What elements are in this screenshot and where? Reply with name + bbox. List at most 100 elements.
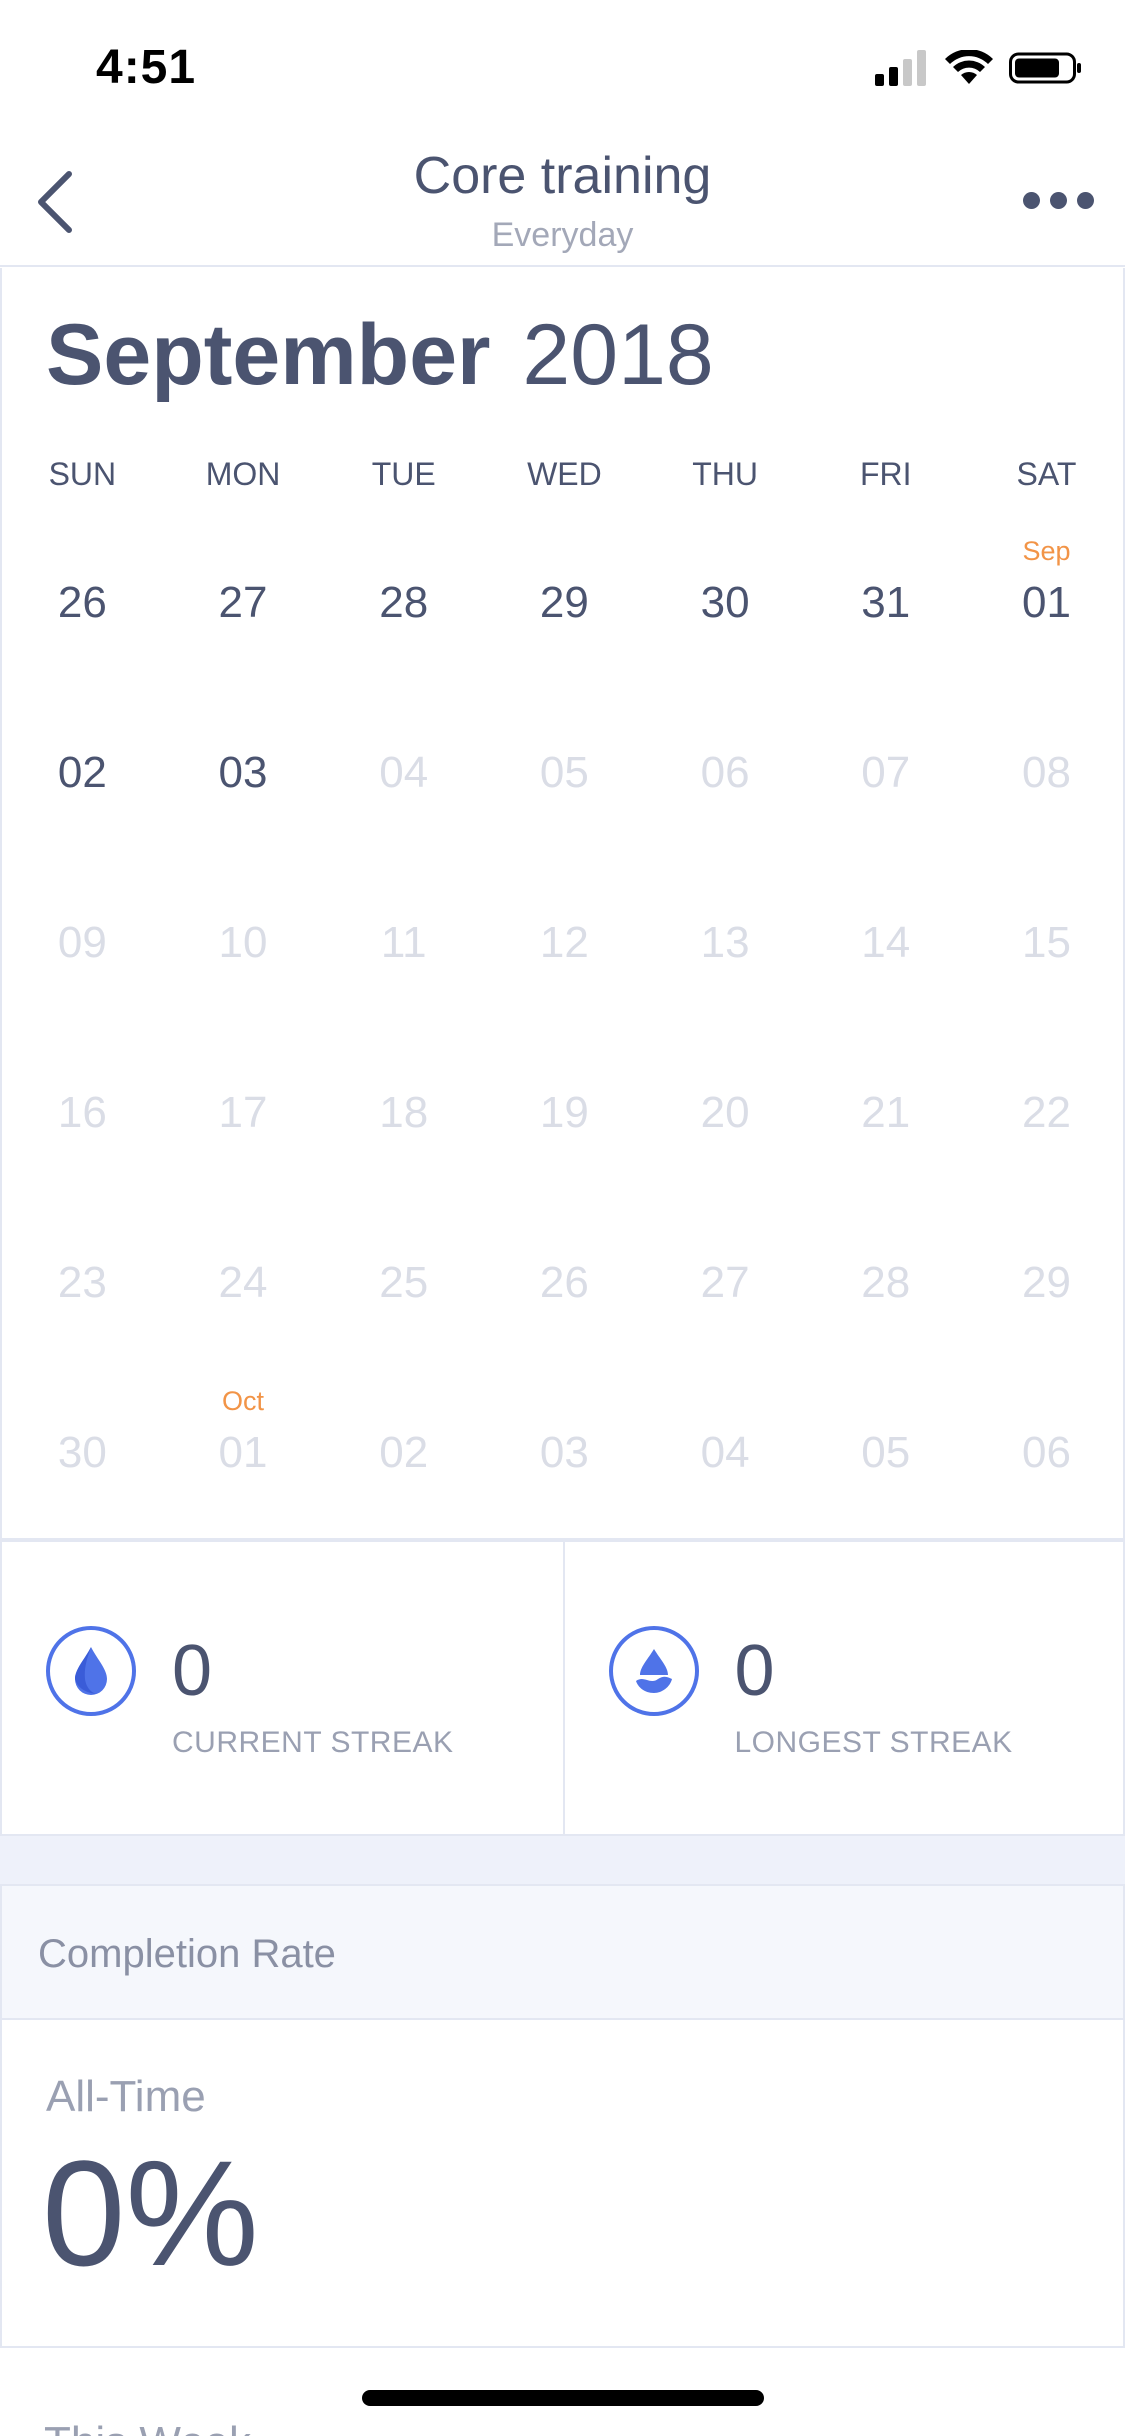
calendar-day[interactable]: 14 — [805, 876, 966, 1046]
calendar-day[interactable]: Oct 01 — [163, 1386, 324, 1556]
month-title: September 2018 — [46, 306, 714, 405]
calendar-day[interactable]: 02 — [323, 1386, 484, 1556]
month-name: September — [46, 307, 491, 403]
day-number: 28 — [379, 578, 429, 627]
day-number: 14 — [861, 918, 911, 967]
longest-streak-label: LONGEST STREAK — [734, 1726, 1013, 1759]
completion-rate-title: Completion Rate — [38, 1932, 336, 1976]
day-number: 15 — [1021, 918, 1071, 967]
calendar-day[interactable]: 05 — [805, 1386, 966, 1556]
day-number: 20 — [700, 1088, 750, 1137]
calendar-day[interactable]: 29 — [966, 1216, 1125, 1386]
calendar-day[interactable]: Sep 01 — [966, 536, 1125, 706]
day-number: 19 — [539, 1088, 589, 1137]
day-number: 30 — [57, 1428, 107, 1477]
nav-bar: Core training Everyday — [0, 132, 1125, 267]
calendar-day[interactable]: 30 — [645, 536, 806, 706]
calendar-day[interactable]: 28 — [323, 536, 484, 706]
day-number: 03 — [539, 1428, 589, 1477]
calendar-day[interactable]: 27 — [163, 536, 324, 706]
weekday-label: SAT — [1016, 456, 1077, 492]
status-icons — [875, 46, 1083, 90]
calendar-day[interactable]: 06 — [645, 706, 806, 876]
more-options-button[interactable] — [1013, 170, 1103, 230]
day-number: 26 — [539, 1258, 589, 1307]
longest-streak-value: 0 — [734, 1631, 775, 1711]
day-number: 05 — [539, 748, 589, 797]
day-number: 26 — [57, 578, 107, 627]
calendar-day[interactable]: 16 — [2, 1046, 163, 1216]
year: 2018 — [522, 307, 714, 403]
all-time-label: All-Time — [46, 2072, 206, 2121]
calendar-day[interactable]: 03 — [484, 1386, 645, 1556]
streak-panel: 0 CURRENT STREAK 0 LONGEST STREAK — [0, 1540, 1125, 1836]
drop-icon — [46, 1626, 136, 1716]
day-number: 03 — [218, 748, 268, 797]
calendar-day[interactable]: 31 — [805, 536, 966, 706]
current-streak: 0 CURRENT STREAK — [2, 1542, 563, 1834]
day-number: 06 — [1021, 1428, 1071, 1477]
calendar-day[interactable]: 15 — [966, 876, 1125, 1046]
day-number: 11 — [380, 918, 427, 967]
day-number: 21 — [861, 1088, 911, 1137]
day-number: 23 — [57, 1258, 107, 1307]
calendar-day[interactable]: 29 — [484, 536, 645, 706]
calendar-day[interactable]: 21 — [805, 1046, 966, 1216]
calendar-day[interactable]: 07 — [805, 706, 966, 876]
calendar-week-row: 30 Oct 01 02 03 04 05 06 — [2, 1386, 1125, 1556]
calendar-day[interactable]: 06 — [966, 1386, 1125, 1556]
calendar-day[interactable]: 20 — [645, 1046, 806, 1216]
day-number: 29 — [1021, 1258, 1071, 1307]
calendar-day[interactable]: 28 — [805, 1216, 966, 1386]
calendar-day[interactable]: 04 — [645, 1386, 806, 1556]
more-dot-icon — [1022, 191, 1040, 209]
calendar-day[interactable]: 13 — [645, 876, 806, 1046]
all-time-value: 0% — [42, 2129, 259, 2297]
calendar-day[interactable]: 08 — [966, 706, 1125, 876]
calendar-day[interactable]: 09 — [2, 876, 163, 1046]
section-divider — [0, 1836, 1125, 1884]
calendar-day[interactable]: 18 — [323, 1046, 484, 1216]
calendar-day[interactable]: 30 — [2, 1386, 163, 1556]
calendar-day[interactable]: 11 — [323, 876, 484, 1046]
day-number: 18 — [379, 1088, 429, 1137]
longest-streak: 0 LONGEST STREAK — [562, 1542, 1124, 1834]
day-number: 27 — [218, 578, 268, 627]
calendar-day[interactable]: 24 — [163, 1216, 324, 1386]
calendar: September 2018 SUN MON TUE WED THU FRI SAT 26 2… — [0, 268, 1125, 1540]
completion-rate-header: Completion Rate — [0, 1884, 1125, 2020]
calendar-week-row: 09 10 11 12 13 14 15 — [2, 876, 1125, 1046]
all-time-section: All-Time 0% — [0, 2020, 1125, 2348]
weekday-label: TUE — [371, 456, 436, 492]
calendar-day[interactable]: 26 — [2, 536, 163, 706]
day-number: 30 — [700, 578, 750, 627]
calendar-day[interactable]: 04 — [323, 706, 484, 876]
calendar-day[interactable]: 17 — [163, 1046, 324, 1216]
calendar-day[interactable]: 10 — [163, 876, 324, 1046]
day-number: 12 — [539, 918, 589, 967]
calendar-day[interactable]: 12 — [484, 876, 645, 1046]
weekday-header: SUN MON TUE WED THU FRI SAT — [2, 456, 1125, 506]
calendar-day[interactable]: 27 — [645, 1216, 806, 1386]
calendar-day[interactable]: 25 — [323, 1216, 484, 1386]
calendar-day[interactable]: 26 — [484, 1216, 645, 1386]
month-marker: Sep — [1022, 536, 1071, 566]
calendar-day[interactable]: 05 — [484, 706, 645, 876]
calendar-day[interactable]: 22 — [966, 1046, 1125, 1216]
calendar-day[interactable]: 02 — [2, 706, 163, 876]
current-streak-value: 0 — [172, 1631, 213, 1711]
day-number: 04 — [700, 1428, 750, 1477]
calendar-week-row: 02 03 04 05 06 07 08 — [2, 706, 1125, 876]
home-indicator[interactable] — [362, 2390, 764, 2406]
day-number: 29 — [539, 578, 589, 627]
calendar-day[interactable]: 19 — [484, 1046, 645, 1216]
day-number: 02 — [379, 1428, 429, 1477]
calendar-day[interactable]: 23 — [2, 1216, 163, 1386]
day-number: 17 — [218, 1088, 268, 1137]
day-number: 06 — [700, 748, 750, 797]
calendar-day[interactable]: 03 — [163, 706, 324, 876]
page-title: Core training — [413, 147, 712, 205]
current-streak-label: CURRENT STREAK — [172, 1726, 454, 1759]
drop-wave-icon — [608, 1626, 699, 1716]
day-number: 10 — [218, 918, 268, 967]
